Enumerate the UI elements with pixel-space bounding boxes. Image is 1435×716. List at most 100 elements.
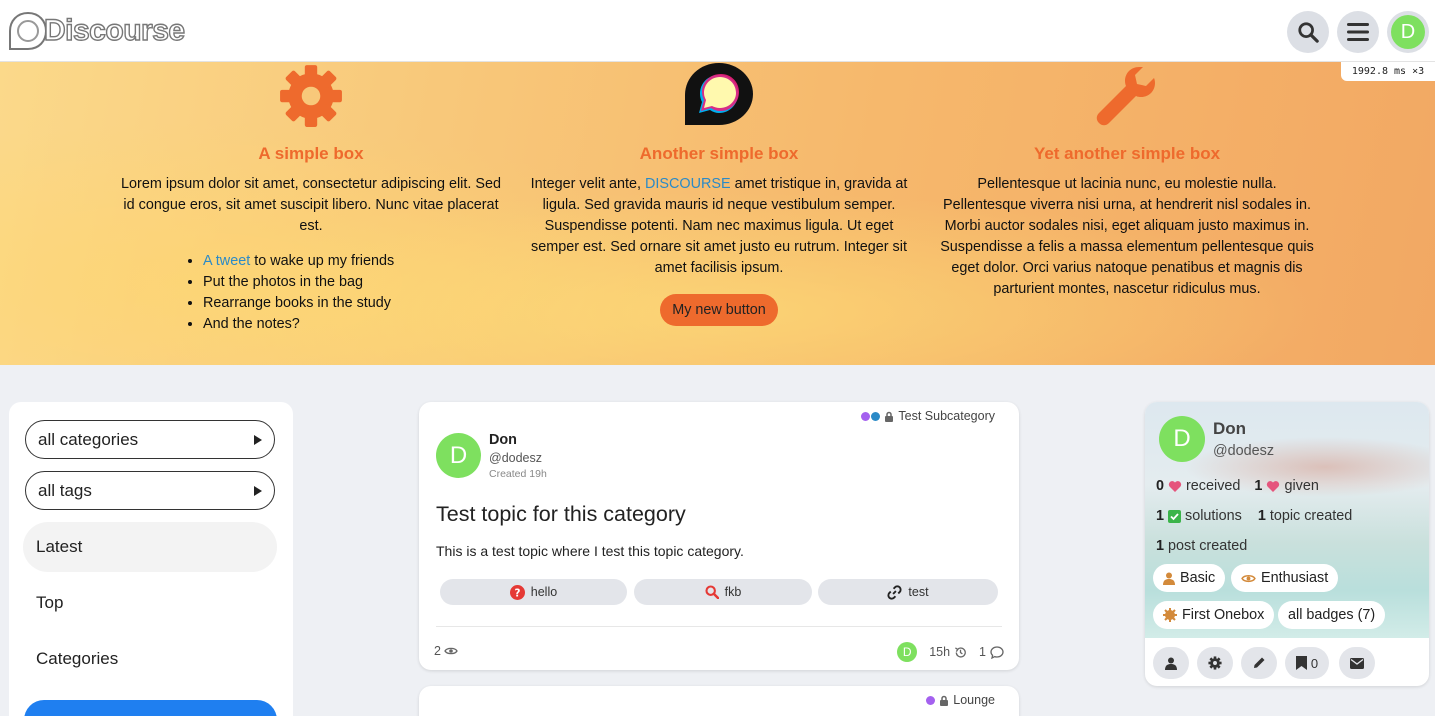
avatar: D: [436, 433, 481, 478]
topic-author[interactable]: D Don @dodesz Created 19h: [436, 432, 547, 480]
sidebar: all categories all tags Latest Top Categ…: [9, 402, 293, 716]
banner-box-text: Lorem ipsum dolor sit amet, consectetur …: [121, 176, 501, 234]
avatar[interactable]: D: [897, 642, 918, 662]
lock-icon: [940, 695, 949, 706]
category-dot: [926, 695, 936, 705]
nav-categories[interactable]: Categories: [23, 634, 277, 684]
svg-text:?: ?: [514, 587, 520, 599]
hamburger-icon: [1347, 23, 1369, 41]
banner-box-list: A tweet to wake up my friends Put the ph…: [121, 251, 501, 335]
discourse-logo-icon: [685, 63, 753, 125]
link-icon: [887, 584, 902, 600]
divider: [436, 626, 1002, 627]
user-name[interactable]: Don: [1213, 419, 1246, 439]
eye-icon: [444, 647, 458, 655]
category-dot: [871, 411, 881, 421]
banner-box-title: Yet another simple box: [1033, 144, 1221, 163]
search-button[interactable]: [1287, 11, 1329, 53]
topic-excerpt: This is a test topic where I test this t…: [436, 543, 744, 559]
list-item: A tweet to wake up my friends: [203, 251, 501, 272]
category-dot: [861, 411, 871, 421]
site-header: Discourse D: [0, 0, 1435, 62]
user-username: @dodesz: [1213, 443, 1275, 459]
nav-top[interactable]: Top: [23, 578, 277, 628]
heart-icon: [1168, 480, 1182, 492]
topic-footer-meta: D 15h 1: [897, 642, 1004, 662]
profiler-timing[interactable]: 1992.8 ms ×3: [1341, 62, 1435, 81]
topic-card[interactable]: Test Subcategory D Don @dodesz Created 1…: [419, 402, 1019, 670]
tweet-link[interactable]: A tweet: [203, 253, 250, 269]
question-circle-icon: ?: [509, 584, 525, 600]
caret-right-icon: [254, 434, 262, 445]
banner-box-1: A simple box Lorem ipsum dolor sit amet,…: [121, 62, 501, 335]
site-logo[interactable]: Discourse: [8, 9, 186, 53]
topic-card[interactable]: Lounge: [419, 686, 1019, 716]
pencil-icon: [1254, 657, 1265, 668]
messages-button[interactable]: [1339, 647, 1375, 679]
user-card: D Don @dodesz 0 received 1 given 1 solut…: [1145, 402, 1429, 686]
nav-latest[interactable]: Latest: [23, 522, 277, 572]
gear-icon: [280, 65, 342, 127]
wrench-icon: [1096, 67, 1155, 126]
badge-first-onebox[interactable]: First Onebox: [1153, 601, 1275, 629]
preferences-button[interactable]: [1197, 647, 1233, 679]
category-dropdown[interactable]: all categories: [25, 420, 275, 459]
likes-stats: 0 received 1 given: [1156, 478, 1319, 494]
all-badges-link[interactable]: all badges (7): [1278, 601, 1386, 629]
logo-text: Discourse: [43, 13, 185, 47]
discourse-link[interactable]: DISCOURSE: [645, 176, 731, 192]
badge-enthusiast[interactable]: Enthusiast: [1231, 564, 1339, 592]
author-name: Don: [489, 432, 517, 448]
banner-box-title: A simple box: [258, 144, 364, 163]
user-icon: [1163, 572, 1175, 585]
heart-icon: [1267, 480, 1280, 492]
tag-hello[interactable]: ? hello: [440, 579, 627, 605]
search-icon: [705, 585, 719, 599]
created-time: Created 19h: [489, 468, 547, 480]
user-icon: [1165, 657, 1177, 670]
solutions-stats: 1 solutions 1 topic created: [1156, 508, 1353, 524]
history-icon: [955, 646, 966, 658]
activity-time[interactable]: 15h: [929, 645, 950, 659]
envelope-icon: [1350, 657, 1364, 669]
lock-icon: [885, 411, 894, 422]
reply-count: 1: [979, 645, 986, 659]
banner: A simple box Lorem ipsum dolor sit amet,…: [0, 62, 1435, 365]
views-count: 2: [434, 644, 458, 658]
avatar[interactable]: D: [1159, 416, 1205, 462]
new-topic-button[interactable]: [24, 700, 277, 716]
user-menu-button[interactable]: D: [1387, 11, 1429, 53]
topic-title[interactable]: Test topic for this category: [436, 502, 686, 527]
banner-box-title: Another simple box: [639, 144, 799, 163]
banner-box-text: Pellentesque ut lacinia nunc, eu molesti…: [940, 176, 1314, 297]
search-icon: [1298, 22, 1319, 43]
bookmarks-button[interactable]: 0: [1285, 647, 1329, 679]
tag-dropdown[interactable]: all tags: [25, 471, 275, 510]
list-item: Put the photos in the bag: [203, 272, 501, 293]
caret-right-icon: [254, 485, 262, 496]
tag-test[interactable]: test: [818, 579, 998, 605]
author-username: @dodesz: [489, 451, 542, 465]
profile-button[interactable]: [1153, 647, 1189, 679]
certificate-icon: [1163, 608, 1177, 622]
check-square-icon: [1168, 509, 1182, 523]
menu-button[interactable]: [1337, 11, 1379, 53]
drafts-button[interactable]: [1241, 647, 1277, 679]
banner-box-2: Another simple box Integer velit ante, D…: [529, 62, 909, 326]
comment-icon: [990, 645, 1004, 659]
category-badge[interactable]: Lounge: [926, 693, 995, 707]
category-badge[interactable]: Test Subcategory: [861, 409, 995, 423]
avatar: D: [1391, 15, 1425, 49]
banner-box-3: Yet another simple box Pellentesque ut l…: [937, 62, 1317, 300]
badge-basic[interactable]: Basic: [1153, 564, 1226, 592]
posts-stats: 1 post created: [1156, 538, 1248, 554]
gear-icon: [1208, 656, 1222, 670]
bookmark-icon: [1295, 656, 1307, 670]
eye-icon: [1241, 574, 1256, 582]
my-new-button[interactable]: My new button: [660, 294, 778, 326]
tag-fkb[interactable]: fkb: [634, 579, 812, 605]
list-item: And the notes?: [203, 314, 501, 335]
banner-box-text: Integer velit ante, DISCOURSE amet trist…: [530, 176, 908, 276]
discourse-logo-icon: [9, 11, 48, 50]
list-item: Rearrange books in the study: [203, 293, 501, 314]
